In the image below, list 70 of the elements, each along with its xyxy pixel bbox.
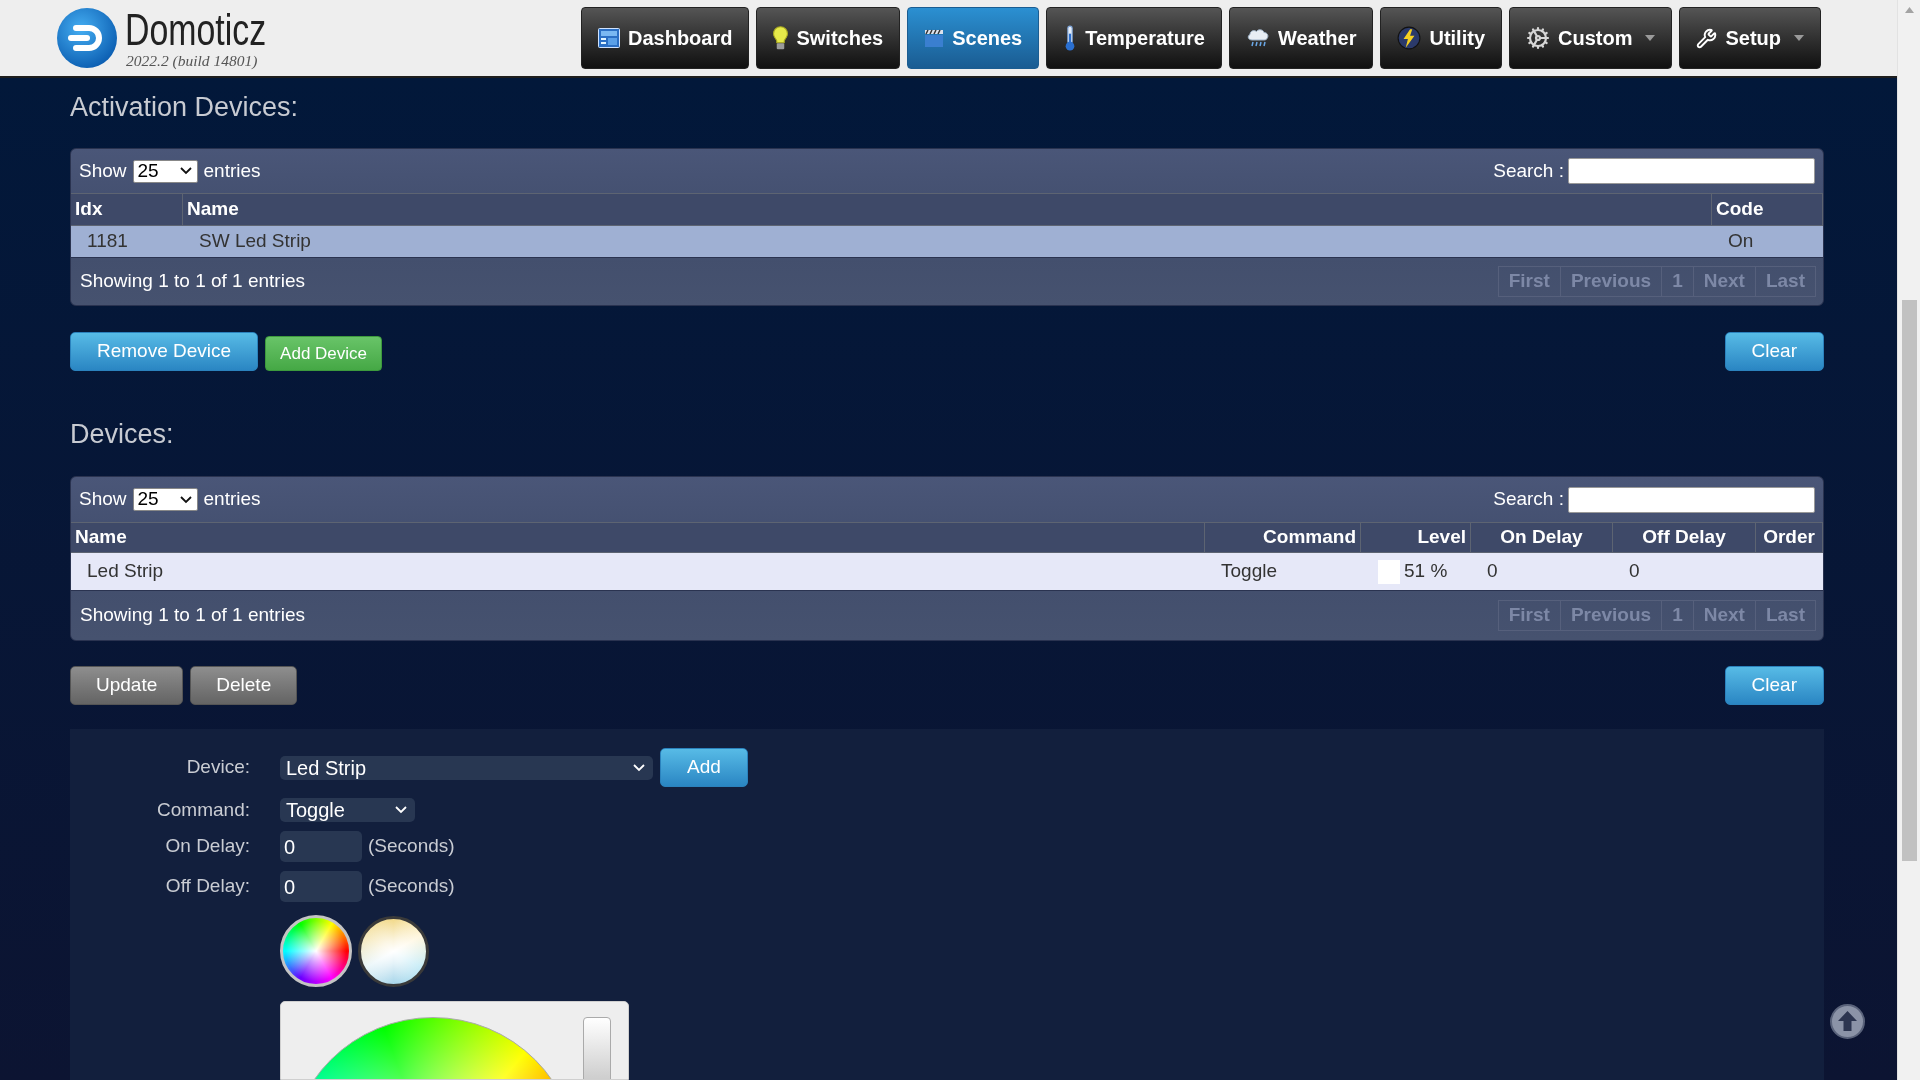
entries-label: entries [203, 487, 261, 512]
table-cell-text: 0 [1628, 559, 1641, 584]
column-header[interactable]: Off Delay [1613, 523, 1756, 552]
entries-info: Showing 1 to 1 of 1 entries [80, 269, 305, 294]
unit-label: (Seconds) [368, 874, 455, 899]
scrollbar-thumb[interactable] [1901, 300, 1917, 861]
nav-tab[interactable]: Switches [756, 7, 901, 69]
show-label: Show [79, 158, 127, 183]
version-text: 2022.2 (build 14801) [126, 51, 259, 69]
show-label: Show [79, 487, 127, 512]
column-header[interactable]: Name [71, 523, 1205, 552]
logo-icon [57, 8, 117, 68]
search-field[interactable] [1568, 486, 1815, 513]
nav-tab[interactable]: Temperature [1046, 7, 1222, 69]
table-cell-text: 0 [1486, 559, 1499, 584]
unit-label: (Seconds) [368, 834, 455, 859]
dashboard-icon [598, 28, 620, 48]
chevron-down-icon [179, 167, 192, 175]
nav-tab[interactable]: Scenes [907, 7, 1040, 69]
search-label: Search : [1493, 158, 1564, 183]
clapperboard-icon [924, 28, 945, 48]
light-bulb-icon [773, 26, 789, 50]
search-field[interactable] [1568, 158, 1815, 184]
search-label: Search : [1493, 487, 1564, 512]
chevron-down-icon [395, 806, 407, 814]
section-heading: Devices: [70, 418, 175, 450]
field-label: Command: [156, 797, 250, 822]
wrench-icon [1696, 27, 1718, 49]
page-size-select[interactable]: 25 [132, 488, 198, 511]
scroll-up-icon[interactable] [1904, 7, 1914, 13]
scroll-top-icon[interactable] [1830, 1004, 1865, 1039]
page-size-select[interactable]: 25 [132, 159, 198, 183]
column-header[interactable]: Level [1361, 523, 1471, 552]
entries-label: entries [203, 158, 261, 183]
column-header[interactable]: Name [183, 194, 1712, 225]
scrollbar[interactable] [1897, 0, 1920, 1080]
select-field[interactable]: Toggle [280, 798, 415, 822]
table-cell-text: Toggle [1220, 559, 1278, 584]
lightning-globe-icon [1397, 26, 1422, 50]
field-label: On Delay: [164, 834, 250, 859]
table-row[interactable]: 1181 SW Led Strip On [71, 226, 1823, 258]
logo-text: Domoticz [125, 7, 267, 52]
field-label: Device: [185, 755, 250, 780]
rain-cloud-icon [1245, 28, 1270, 48]
entries-info: Showing 1 to 1 of 1 entries [80, 603, 305, 628]
table-cell-text: 1181 [86, 229, 129, 254]
input-field[interactable]: 0 [280, 831, 362, 862]
column-header[interactable]: Idx [71, 194, 183, 225]
nav-tab[interactable]: Setup [1679, 7, 1822, 69]
table-cell-text: 51 % [1404, 559, 1448, 584]
column-header[interactable]: Order [1756, 523, 1823, 552]
select-field[interactable]: Led Strip [280, 755, 653, 780]
gear-icon [1526, 26, 1550, 50]
section-heading: Activation Devices: [70, 91, 300, 123]
slider-thumb[interactable] [583, 1017, 611, 1079]
input-field[interactable]: 0 [280, 871, 362, 902]
table-row[interactable]: Led Strip Toggle 51 % 0 0 [71, 553, 1823, 591]
table-cell-text: On [1727, 229, 1755, 254]
column-header[interactable]: Command [1205, 523, 1361, 552]
chevron-down-icon [179, 495, 192, 504]
chevron-down-icon [633, 763, 645, 772]
field-label: Off Delay: [164, 874, 250, 899]
column-header[interactable]: On Delay [1471, 523, 1613, 552]
nav-tab[interactable]: Utility [1380, 7, 1502, 69]
table-cell-text: Led Strip [86, 559, 165, 584]
nav-tab[interactable]: Weather [1228, 7, 1374, 69]
nav-tab[interactable]: Dashboard [581, 7, 750, 69]
column-header[interactable]: Code [1712, 194, 1823, 225]
table-cell-text: SW Led Strip [198, 229, 312, 254]
nav-tab[interactable]: Custom [1509, 7, 1673, 69]
